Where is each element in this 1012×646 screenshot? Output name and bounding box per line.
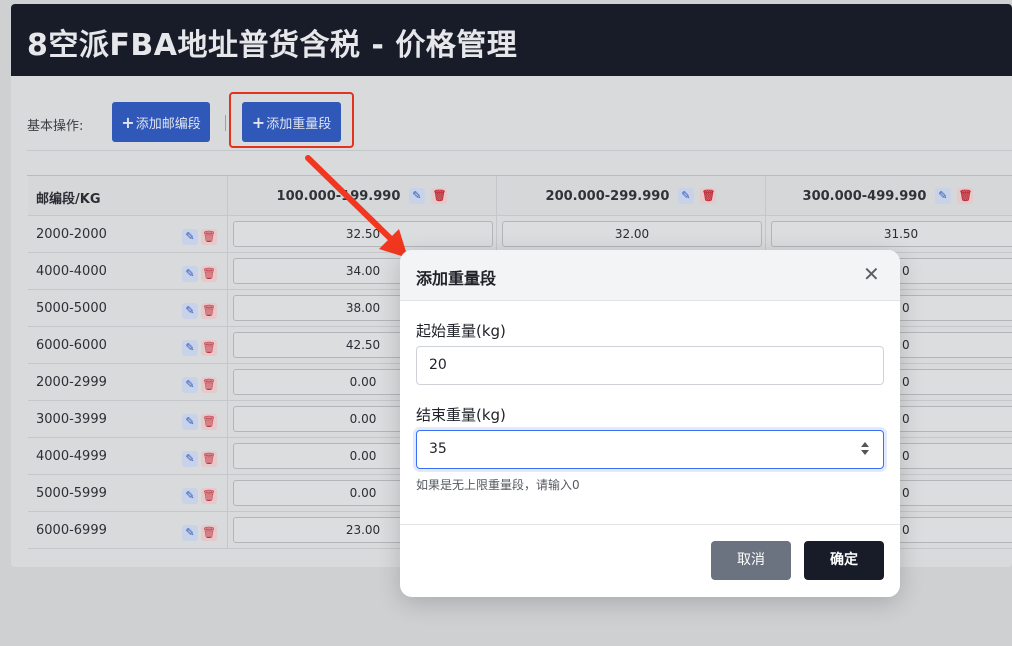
weight-range-label: 300.000-499.990 (802, 188, 927, 204)
toolbar-divider (27, 150, 1012, 151)
end-weight-value: 35 (429, 441, 447, 457)
edit-icon[interactable]: ✎ (182, 228, 198, 245)
page-header: 8空派FBA地址普货含税 - 价格管理 (11, 4, 1012, 76)
zip-range-label: 2000-2000 (36, 227, 107, 242)
zip-range-label: 4000-4000 (36, 264, 107, 279)
start-weight-label: 起始重量(kg) (416, 322, 506, 340)
price-input[interactable]: 32.00 (502, 221, 762, 247)
dialog-footer-divider (400, 524, 900, 525)
price-cell: 32.50 (228, 216, 497, 252)
zip-range-label: 5000-5000 (36, 301, 107, 316)
edit-icon[interactable]: ✎ (677, 188, 694, 204)
trash-icon[interactable]: 🗑 (201, 265, 217, 282)
table-header-row: 邮编段/KG 100.000-199.990 ✎ 🗑 200.000-299.9… (28, 176, 1012, 216)
edit-icon[interactable]: ✎ (182, 376, 198, 393)
trash-icon[interactable]: 🗑 (957, 188, 974, 204)
weight-range-label: 200.000-299.990 (545, 188, 670, 204)
start-weight-input[interactable]: 20 (416, 346, 884, 385)
trash-icon[interactable]: 🗑 (201, 450, 217, 467)
zip-range-cell: 4000-4999 ✎ 🗑 (28, 438, 228, 474)
close-icon[interactable]: ✕ (863, 262, 880, 286)
end-weight-input[interactable]: 35 (416, 430, 884, 469)
edit-icon[interactable]: ✎ (182, 487, 198, 504)
edit-icon[interactable]: ✎ (182, 413, 198, 430)
add-zip-range-label: 添加邮编段 (135, 116, 201, 132)
price-cell: 32.00 (497, 216, 766, 252)
zip-range-label: 2000-2999 (36, 375, 107, 390)
highlight-box (229, 92, 354, 148)
zip-range-label: 3000-3999 (36, 412, 107, 427)
edit-icon[interactable]: ✎ (182, 302, 198, 319)
corner-header-cell: 邮编段/KG (28, 176, 228, 215)
trash-icon[interactable]: 🗑 (431, 188, 448, 204)
zip-range-cell: 4000-4000 ✎ 🗑 (28, 253, 228, 289)
weight-column-header: 300.000-499.990 ✎ 🗑 (766, 176, 1012, 215)
add-weight-range-dialog: 添加重量段 ✕ 起始重量(kg) 20 结束重量(kg) 35 如果是无上限重量… (400, 250, 900, 597)
trash-icon[interactable]: 🗑 (201, 302, 217, 319)
price-input[interactable]: 32.50 (233, 221, 493, 247)
weight-column-header: 100.000-199.990 ✎ 🗑 (228, 176, 497, 215)
toolbar-separator (225, 115, 226, 131)
edit-icon[interactable]: ✎ (408, 188, 425, 204)
trash-icon[interactable]: 🗑 (201, 339, 217, 356)
plus-icon: + (121, 112, 135, 132)
zip-range-cell: 5000-5000 ✎ 🗑 (28, 290, 228, 326)
trash-icon[interactable]: 🗑 (201, 228, 217, 245)
page-title: 8空派FBA地址普货含税 - 价格管理 (27, 28, 518, 63)
trash-icon[interactable]: 🗑 (201, 413, 217, 430)
spinner-up-icon[interactable] (861, 442, 869, 447)
weight-column-header: 200.000-299.990 ✎ 🗑 (497, 176, 766, 215)
dialog-header: 添加重量段 ✕ (400, 250, 900, 301)
zip-range-label: 6000-6999 (36, 523, 107, 538)
zip-range-cell: 6000-6000 ✎ 🗑 (28, 327, 228, 363)
trash-icon[interactable]: 🗑 (700, 188, 717, 204)
spinner-down-icon[interactable] (861, 450, 869, 455)
trash-icon[interactable]: 🗑 (201, 376, 217, 393)
trash-icon[interactable]: 🗑 (201, 487, 217, 504)
zip-range-label: 6000-6000 (36, 338, 107, 353)
basic-operations-label: 基本操作: (27, 119, 84, 134)
cancel-button[interactable]: 取消 (711, 541, 791, 580)
edit-icon[interactable]: ✎ (934, 188, 951, 204)
edit-icon[interactable]: ✎ (182, 450, 198, 467)
price-cell: 31.50 (766, 216, 1012, 252)
price-table: 邮编段/KG 100.000-199.990 ✎ 🗑 200.000-299.9… (27, 175, 1012, 549)
zip-range-label: 4000-4999 (36, 449, 107, 464)
corner-header: 邮编段/KG (36, 192, 101, 207)
add-zip-range-button[interactable]: + 添加邮编段 (112, 102, 210, 142)
weight-range-label: 100.000-199.990 (276, 188, 401, 204)
zip-range-cell: 3000-3999 ✎ 🗑 (28, 401, 228, 437)
price-input[interactable]: 31.50 (771, 221, 1012, 247)
edit-icon[interactable]: ✎ (182, 265, 198, 282)
edit-icon[interactable]: ✎ (182, 339, 198, 356)
end-weight-help: 如果是无上限重量段，请输入0 (416, 478, 580, 492)
zip-range-label: 5000-5999 (36, 486, 107, 501)
table-row: 2000-2000 ✎ 🗑 32.50 32.00 31.50 (28, 216, 1012, 253)
number-spinner[interactable] (861, 441, 871, 457)
zip-range-cell: 6000-6999 ✎ 🗑 (28, 512, 228, 548)
confirm-button[interactable]: 确定 (804, 541, 884, 580)
edit-icon[interactable]: ✎ (182, 524, 198, 541)
zip-range-cell: 2000-2999 ✎ 🗑 (28, 364, 228, 400)
zip-range-cell: 5000-5999 ✎ 🗑 (28, 475, 228, 511)
dialog-title: 添加重量段 (416, 269, 497, 288)
trash-icon[interactable]: 🗑 (201, 524, 217, 541)
end-weight-label: 结束重量(kg) (416, 406, 506, 424)
zip-range-cell: 2000-2000 ✎ 🗑 (28, 216, 228, 252)
